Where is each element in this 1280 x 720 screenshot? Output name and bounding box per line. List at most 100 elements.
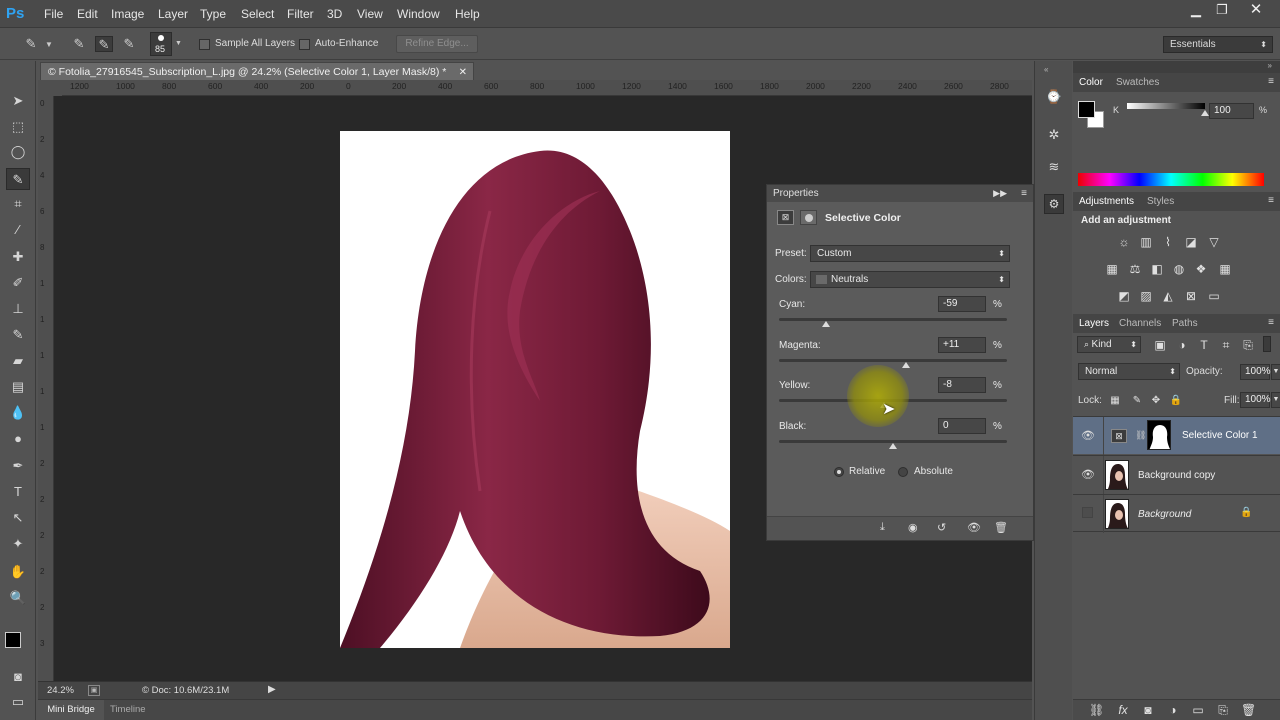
new-group-icon[interactable]: ▭	[1191, 703, 1205, 717]
layer-name[interactable]: Background copy	[1138, 470, 1215, 481]
properties-panel-icon[interactable]: ⚙	[1044, 194, 1064, 214]
yellow-value-field[interactable]: -8	[938, 377, 986, 393]
workspace-switcher[interactable]: Essentials ⬍	[1163, 36, 1273, 53]
brush-size-picker[interactable]: 85	[150, 32, 172, 56]
cyan-value-field[interactable]: -59	[938, 296, 986, 312]
preset-dropdown[interactable]: Custom ⬍	[810, 245, 1010, 262]
black-slider-thumb[interactable]	[889, 443, 897, 449]
shape-tool-icon[interactable]: ✦	[6, 533, 30, 555]
gradient-tool-icon[interactable]: ▤	[6, 376, 30, 398]
auto-enhance-checkbox[interactable]	[299, 39, 310, 50]
filter-smart-object-icon[interactable]: ⎘	[1241, 338, 1255, 352]
subtract-selection-icon[interactable]: ✎	[120, 36, 138, 52]
history-brush-tool-icon[interactable]: ✎	[6, 324, 30, 346]
reset-icon[interactable]: ↺	[937, 521, 946, 534]
magenta-slider-track[interactable]	[779, 359, 1007, 362]
opacity-field[interactable]: 100%	[1240, 364, 1271, 380]
vibrance-icon[interactable]: ▽	[1207, 235, 1221, 249]
lasso-tool-icon[interactable]: ◯	[6, 141, 30, 163]
new-layer-icon[interactable]: ⎘	[1216, 703, 1230, 717]
fill-dropdown-icon[interactable]: ▼	[1271, 392, 1280, 408]
layer-thumbnail[interactable]	[1105, 460, 1129, 490]
eraser-tool-icon[interactable]: ▰	[6, 350, 30, 372]
link-icon[interactable]: ⛓	[1135, 430, 1146, 441]
minimize-icon[interactable]: ▁	[1183, 2, 1209, 18]
close-icon[interactable]: ✕	[1243, 2, 1269, 18]
menu-type[interactable]: Type	[200, 7, 226, 21]
k-slider-thumb[interactable]	[1201, 110, 1209, 116]
foreground-color-swatch[interactable]	[5, 632, 21, 648]
marquee-tool-icon[interactable]: ⬚	[6, 116, 30, 138]
posterize-icon[interactable]: ▨	[1139, 289, 1153, 303]
add-mask-icon[interactable]: ◙	[1141, 703, 1155, 717]
filter-adjustment-icon[interactable]: ◑	[1175, 338, 1189, 352]
relative-radio[interactable]	[834, 467, 844, 477]
color-balance-icon[interactable]: ⚖	[1128, 262, 1142, 276]
restore-icon[interactable]: ❐	[1209, 2, 1235, 18]
layer-mask-icon[interactable]	[800, 210, 817, 225]
move-tool-icon[interactable]: ➤	[6, 90, 30, 112]
sample-all-layers-checkbox[interactable]	[199, 39, 210, 50]
eye-visibility-icon[interactable]: 👁	[1081, 468, 1095, 481]
visibility-off-box[interactable]	[1082, 507, 1093, 518]
brightness-contrast-icon[interactable]: ☼	[1117, 235, 1131, 249]
layer-mask-thumbnail[interactable]	[1147, 420, 1171, 450]
filter-type-icon[interactable]: T	[1197, 338, 1211, 352]
lock-transparent-icon[interactable]: ▦	[1108, 394, 1122, 408]
menu-image[interactable]: Image	[111, 7, 144, 21]
dodge-tool-icon[interactable]: ●	[6, 428, 30, 450]
clone-source-icon[interactable]: ≋	[1045, 159, 1063, 177]
channel-mixer-icon[interactable]: ❖	[1194, 262, 1208, 276]
color-lookup-icon[interactable]: ▦	[1218, 262, 1232, 276]
tab-timeline[interactable]: Timeline	[110, 700, 146, 720]
layer-row-background-copy[interactable]: 👁 Background copy	[1073, 455, 1280, 494]
color-foreground-swatch[interactable]	[1078, 101, 1095, 118]
brush-presets-icon[interactable]: ✲	[1045, 127, 1063, 145]
document-tab[interactable]: © Fotolia_27916545_Subscription_L.jpg @ …	[40, 62, 474, 81]
fill-field[interactable]: 100%	[1240, 392, 1271, 408]
gradient-map-icon[interactable]: ▭	[1207, 289, 1221, 303]
filter-pixel-icon[interactable]: ▣	[1153, 338, 1167, 352]
filter-shape-icon[interactable]: ⌗	[1219, 338, 1233, 352]
link-layers-icon[interactable]: ⛓	[1089, 703, 1104, 717]
tab-adjustments[interactable]: Adjustments	[1079, 196, 1134, 207]
cyan-slider-thumb[interactable]	[821, 321, 830, 327]
photo-filter-icon[interactable]: ◍	[1172, 262, 1186, 276]
visibility-icon[interactable]: 👁	[967, 521, 981, 534]
layer-row-background[interactable]: Background 🔒	[1073, 494, 1280, 533]
chevron-down-icon[interactable]: ▼	[40, 40, 58, 56]
brush-tool-icon[interactable]: ✐	[6, 272, 30, 294]
panel-menu-icon[interactable]: ≡	[1021, 185, 1027, 202]
delete-icon[interactable]: 🗑	[994, 521, 1008, 534]
quick-mask-icon[interactable]: ◙	[6, 666, 30, 688]
document-canvas-image[interactable]	[340, 131, 730, 648]
menu-filter[interactable]: Filter	[287, 7, 314, 21]
eyedropper-tool-icon[interactable]: ⁄	[6, 219, 30, 241]
status-info-icon[interactable]: ▣	[88, 685, 100, 696]
eye-visibility-icon[interactable]: 👁	[1081, 429, 1095, 442]
new-adjustment-icon[interactable]: ◑	[1166, 703, 1180, 717]
type-tool-icon[interactable]: T	[6, 481, 30, 503]
menu-window[interactable]: Window	[397, 7, 440, 21]
menu-edit[interactable]: Edit	[77, 7, 98, 21]
colors-dropdown[interactable]: Neutrals ⬍	[810, 271, 1010, 288]
exposure-icon[interactable]: ◪	[1184, 235, 1198, 249]
tab-layers[interactable]: Layers	[1079, 318, 1109, 329]
new-selection-icon[interactable]: ✎	[70, 36, 88, 52]
layer-thumbnail[interactable]	[1105, 499, 1129, 529]
zoom-tool-icon[interactable]: 🔍	[6, 587, 30, 609]
k-slider-track[interactable]	[1127, 103, 1205, 109]
opacity-dropdown-icon[interactable]: ▼	[1271, 364, 1280, 380]
layer-name[interactable]: Selective Color 1	[1182, 430, 1258, 441]
panel-menu-icon[interactable]: ≡	[1268, 76, 1274, 87]
tab-styles[interactable]: Styles	[1147, 196, 1174, 207]
absolute-radio[interactable]	[898, 467, 908, 477]
color-spectrum-bar[interactable]	[1078, 173, 1264, 186]
curves-icon[interactable]: ⌇	[1161, 235, 1175, 249]
fx-icon[interactable]: fx	[1116, 703, 1130, 717]
black-value-field[interactable]: 0	[938, 418, 986, 434]
magenta-slider-thumb[interactable]	[901, 362, 910, 368]
clip-to-layer-icon[interactable]: ⤓	[880, 521, 885, 534]
black-white-icon[interactable]: ◧	[1150, 262, 1164, 276]
levels-icon[interactable]: ▥	[1139, 235, 1153, 249]
